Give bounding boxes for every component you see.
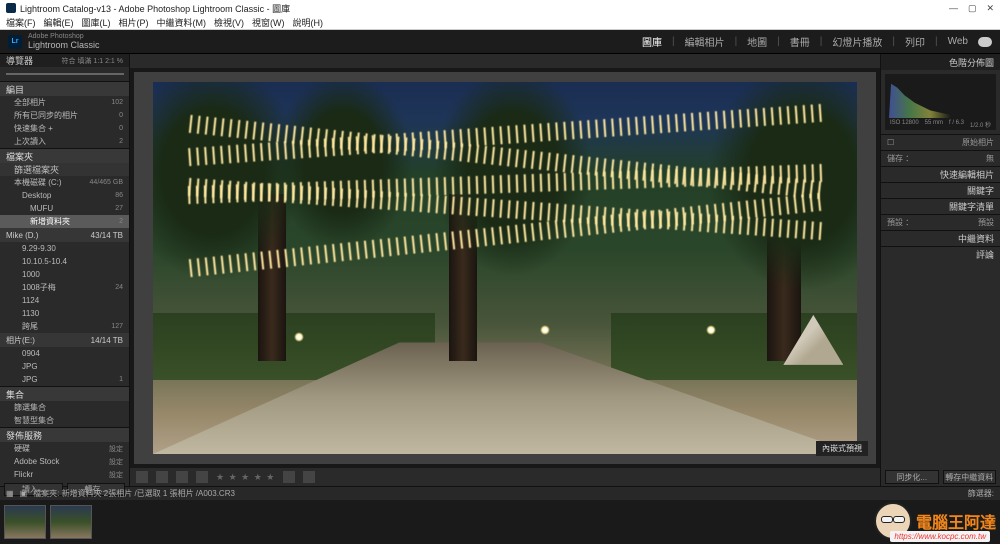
grid-icon[interactable]: ▦	[6, 489, 14, 498]
original-checkbox[interactable]: ☐	[887, 138, 894, 147]
metadata-header[interactable]: 中繼資料	[881, 230, 1000, 246]
catalog-header[interactable]: 編目	[0, 82, 129, 96]
module-tab[interactable]: 幻燈片播放	[832, 34, 882, 49]
list-item[interactable]: Flickr設定	[0, 468, 129, 481]
folders-header[interactable]: 檔案夾	[0, 149, 129, 163]
module-tab[interactable]: 圖庫	[642, 34, 662, 49]
rotate-icon[interactable]	[303, 471, 315, 483]
menu-item[interactable]: 中繼資料(M)	[157, 16, 207, 29]
navigator-thumbnail[interactable]	[6, 73, 124, 75]
filmstrip-filter[interactable]: 篩選器:	[968, 488, 994, 499]
folder-item[interactable]: JPG1	[0, 373, 129, 386]
list-item[interactable]: 智慧型集合	[0, 414, 129, 427]
menu-item[interactable]: 圖庫(L)	[82, 16, 111, 29]
filmstrip-thumb[interactable]	[4, 505, 46, 539]
exif-value: f / 6.3	[949, 120, 964, 129]
minimize-button[interactable]: —	[949, 3, 958, 14]
module-tab[interactable]: 書冊	[790, 34, 810, 49]
maximize-button[interactable]: ▢	[968, 3, 977, 14]
lightroom-logo-icon: Lr	[8, 35, 22, 49]
folder-item[interactable]: MUFU27	[0, 202, 129, 215]
menu-item[interactable]: 檔案(F)	[6, 16, 36, 29]
list-item[interactable]: 篩選集合	[0, 401, 129, 414]
brand-label: Adobe Photoshop Lightroom Classic	[28, 33, 100, 50]
folder-item[interactable]: 0904	[0, 347, 129, 360]
folder-item[interactable]: 1130	[0, 307, 129, 320]
exif-value: 55 mm	[925, 120, 943, 129]
close-button[interactable]: ✕	[986, 3, 994, 14]
exif-value: ISO 12800	[890, 120, 919, 129]
exif-value: 1/2.0 秒	[970, 120, 991, 129]
folder-filter[interactable]: 篩選檔案夾	[14, 163, 59, 176]
left-panel: 導覽器 符合 填滿 1:1 2:1 % 編目 全部相片102所有已同步的相片0快…	[0, 54, 130, 486]
grid-view-icon[interactable]	[136, 471, 148, 483]
menu-item[interactable]: 相片(P)	[119, 16, 149, 29]
right-panel: 色階分佈圖 ISO 1280055 mmf / 6.31/2.0 秒 ☐原始相片…	[880, 54, 1000, 486]
folder-item[interactable]: 9.29-9.30	[0, 242, 129, 255]
app-icon	[6, 3, 16, 13]
comments-header[interactable]: 評論	[881, 246, 1000, 262]
menu-bar: 檔案(F) 編輯(E) 圖庫(L) 相片(P) 中繼資料(M) 檢視(V) 視窗(W) 說明(…	[0, 16, 1000, 30]
folder-item[interactable]: 本機磁碟 (C:)44/465 GB	[0, 176, 129, 189]
keywording-header[interactable]: 關鍵字	[881, 182, 1000, 198]
menu-item[interactable]: 編輯(E)	[44, 16, 74, 29]
top-toolbar	[130, 54, 880, 68]
module-tab[interactable]: 編輯相片	[685, 34, 725, 49]
module-tab[interactable]: Web	[948, 36, 968, 47]
survey-view-icon[interactable]	[196, 471, 208, 483]
folder-item[interactable]: JPG	[0, 360, 129, 373]
center-viewer: 內嵌式預視 ★ ★ ★ ★ ★	[130, 54, 880, 486]
list-item[interactable]: 全部相片102	[0, 96, 129, 109]
secondary-display-icon[interactable]: ▣	[20, 489, 28, 498]
module-tab[interactable]: 地圖	[747, 34, 767, 49]
rating-stars[interactable]: ★ ★ ★ ★ ★	[216, 472, 275, 483]
list-item[interactable]: 上次讀入2	[0, 135, 129, 148]
sync-settings-button[interactable]: 轉存中繼資料	[943, 470, 997, 484]
preview-photo	[153, 82, 858, 454]
folder-item[interactable]: 1008子梅24	[0, 281, 129, 294]
filmstrip-thumb[interactable]	[50, 505, 92, 539]
menu-item[interactable]: 視窗(W)	[252, 16, 285, 29]
histogram-title[interactable]: 色階分佈圖	[949, 56, 994, 69]
folder-item[interactable]: 1000	[0, 268, 129, 281]
navigator-zoom[interactable]: 符合 填滿 1:1 2:1 %	[62, 56, 123, 66]
keyword-list-header[interactable]: 關鍵字清單	[881, 198, 1000, 214]
list-item[interactable]: Adobe Stock設定	[0, 455, 129, 468]
module-tab[interactable]: 列印	[905, 34, 925, 49]
list-item[interactable]: 快速集合 +0	[0, 122, 129, 135]
image-viewer[interactable]: 內嵌式預視	[134, 72, 876, 464]
menu-item[interactable]: 檢視(V)	[214, 16, 244, 29]
folder-item[interactable]: 1124	[0, 294, 129, 307]
histogram[interactable]: ISO 12800 55 mm f / 6.3 1/2.0 秒	[885, 74, 996, 130]
bottom-toolbar: ★ ★ ★ ★ ★	[130, 468, 880, 486]
folder-item[interactable]: Desktop86	[0, 189, 129, 202]
window-title: Lightroom Catalog-v13 - Adobe Photoshop …	[20, 2, 290, 15]
filmstrip-path[interactable]: 檔案夾: 新增資料夾 2張相片 /已選取 1 張相片 /A003.CR3	[33, 488, 235, 499]
folder-item[interactable]: 新增資料夾2	[0, 215, 129, 228]
filmstrip	[0, 500, 1000, 544]
module-picker: 圖庫|編輯相片|地圖|書冊|幻燈片播放|列印|Web	[642, 34, 992, 49]
folder-item[interactable]: 10.10.5-10.4	[0, 255, 129, 268]
preview-label: 內嵌式預視	[816, 441, 868, 456]
folder-item[interactable]: 跨尾127	[0, 320, 129, 333]
quick-develop-header[interactable]: 快速編輯相片	[881, 166, 1000, 182]
publish-header[interactable]: 發佈服務	[0, 428, 129, 442]
list-item[interactable]: 所有已同步的相片0	[0, 109, 129, 122]
loupe-view-icon[interactable]	[156, 471, 168, 483]
navigator-title[interactable]: 導覽器	[6, 54, 33, 67]
folder-item[interactable]: 相片(E:)14/14 TB	[0, 333, 129, 347]
menu-item[interactable]: 說明(H)	[293, 16, 324, 29]
folder-item[interactable]: Mike (D.)43/14 TB	[0, 228, 129, 242]
sync-button[interactable]: 同步化...	[885, 470, 939, 484]
compare-view-icon[interactable]	[176, 471, 188, 483]
list-item[interactable]: 硬碟設定	[0, 442, 129, 455]
flag-icon[interactable]	[283, 471, 295, 483]
collections-header[interactable]: 集合	[0, 387, 129, 401]
cloud-sync-icon[interactable]	[978, 37, 992, 47]
